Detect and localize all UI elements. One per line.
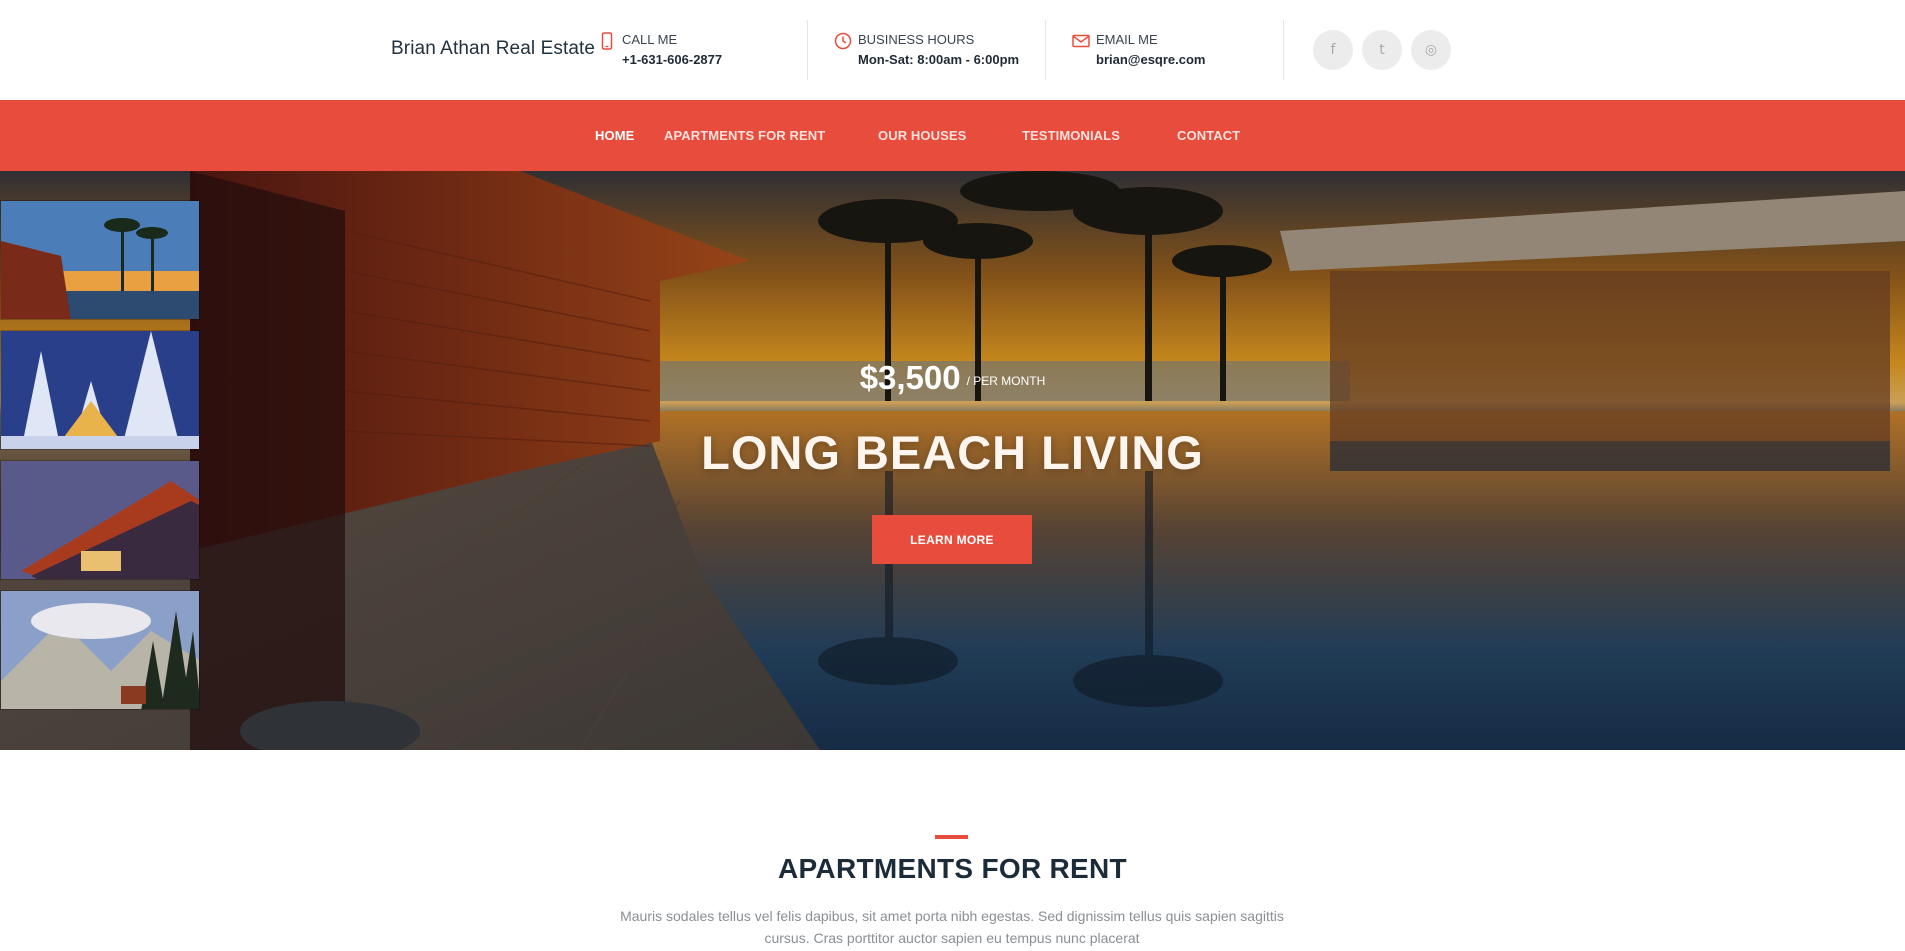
phone-number[interactable]: +1-631-606-2877 xyxy=(622,52,722,67)
call-info[interactable]: CALL ME +1-631-606-2877 xyxy=(598,30,758,74)
header-divider xyxy=(807,20,808,80)
header-divider xyxy=(1045,20,1046,80)
nav-item-home[interactable]: HOME xyxy=(595,128,634,143)
section-title: APARTMENTS FOR RENT xyxy=(778,853,1127,884)
email-address[interactable]: brian@esqre.com xyxy=(1096,52,1206,67)
email-label: EMAIL ME xyxy=(1096,32,1158,47)
hours-value: Mon-Sat: 8:00am - 6:00pm xyxy=(858,52,1020,67)
slider-thumbnail[interactable] xyxy=(0,200,200,320)
phone-icon xyxy=(601,32,613,50)
learn-more-button[interactable]: LEARN MORE xyxy=(872,515,1032,564)
brand-name[interactable]: Brian Athan Real Estate xyxy=(391,38,595,60)
clock-icon xyxy=(834,32,852,50)
email-info[interactable]: EMAIL ME brian@esqre.com xyxy=(1072,30,1232,74)
top-header: Brian Athan Real Estate CALL ME +1-631-6… xyxy=(0,0,1905,100)
nav-item-testimonials[interactable]: TESTIMONIALS xyxy=(1022,128,1120,143)
hours-label: BUSINESS HOURS xyxy=(858,32,975,47)
price-suffix: / PER MONTH xyxy=(966,374,1046,388)
slider-thumbnail[interactable] xyxy=(0,590,200,710)
envelope-icon xyxy=(1072,34,1090,48)
nav-item-contact[interactable]: CONTACT xyxy=(1177,128,1240,143)
hours-info: BUSINESS HOURS Mon-Sat: 8:00am - 6:00pm xyxy=(834,30,1024,74)
call-label: CALL ME xyxy=(622,32,678,47)
hero-headline: LONG BEACH LIVING xyxy=(701,426,1204,479)
nav-item-apartments-for-rent[interactable]: APARTMENTS FOR RENT xyxy=(664,128,825,143)
price-amount: $3,500 xyxy=(859,359,961,396)
main-nav: HOME APARTMENTS FOR RENT OUR HOUSES TEST… xyxy=(0,100,1905,171)
twitter-icon[interactable]: t xyxy=(1362,30,1402,70)
header-divider xyxy=(1283,20,1284,80)
nav-item-our-houses[interactable]: OUR HOUSES xyxy=(878,128,966,143)
section-description: Mauris sodales tellus vel felis dapibus,… xyxy=(620,908,1284,946)
instagram-icon[interactable]: ◎ xyxy=(1411,30,1451,70)
section-accent-rule xyxy=(935,835,968,839)
hero-price: $3,500 / PER MONTH xyxy=(0,359,1905,397)
hero-slider: $3,500 / PER MONTH LONG BEACH LIVING LEAR… xyxy=(0,171,1905,750)
facebook-icon[interactable]: f xyxy=(1313,30,1353,70)
